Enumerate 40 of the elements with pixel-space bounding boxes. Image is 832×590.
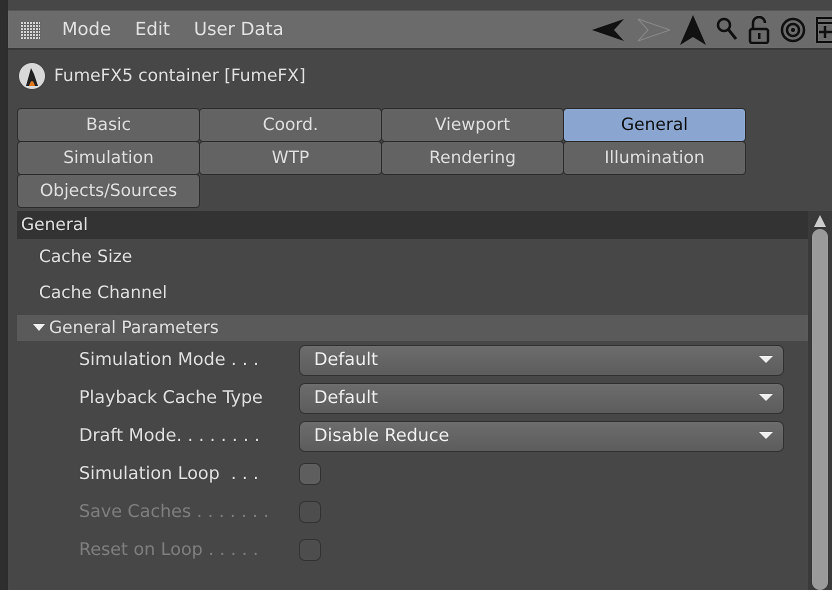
tab[interactable]: Objects/Sources xyxy=(17,174,200,208)
back-arrow-icon[interactable] xyxy=(592,16,626,42)
parameter-label: Draft Mode. . . . . . . . xyxy=(79,426,261,446)
dropdown[interactable]: Default xyxy=(299,382,784,414)
dropdown[interactable]: Disable Reduce xyxy=(299,420,784,452)
disclosure-triangle-icon[interactable] xyxy=(33,324,45,332)
flame-object-icon xyxy=(18,62,46,90)
group-header[interactable]: General Parameters xyxy=(17,315,808,341)
menu-item[interactable]: Mode xyxy=(50,19,124,40)
unlocked-padlock-icon[interactable] xyxy=(748,16,770,44)
parameter-label: Simulation Mode . . . xyxy=(79,350,260,370)
tab[interactable]: Basic xyxy=(17,108,200,142)
section-header: General xyxy=(17,211,808,239)
object-title: FumeFX5 container [FumeFX] xyxy=(54,66,306,86)
checkbox[interactable] xyxy=(299,463,321,485)
parameter-label: Cache Channel xyxy=(38,282,168,305)
parameter-label: Playback Cache Type xyxy=(79,388,264,408)
dropdown-caret-icon xyxy=(759,356,773,364)
menu-item[interactable]: Edit xyxy=(123,19,182,40)
new-panel-icon[interactable] xyxy=(816,16,832,42)
parameter-label: Simulation Loop . . . xyxy=(79,464,260,484)
search-icon[interactable] xyxy=(716,16,738,42)
tab[interactable]: Rendering xyxy=(381,141,564,175)
tab[interactable]: Simulation xyxy=(17,141,200,175)
tab[interactable]: General xyxy=(563,108,746,142)
tab[interactable]: Coord. xyxy=(199,108,382,142)
tab[interactable]: WTP xyxy=(199,141,382,175)
tab[interactable]: Illumination xyxy=(563,141,746,175)
menu-item[interactable]: User Data xyxy=(182,19,296,40)
dropdown-caret-icon xyxy=(759,432,773,440)
target-icon[interactable] xyxy=(780,16,806,42)
parameter-label: Cache Size xyxy=(38,246,134,269)
scroll-up-arrow-icon[interactable] xyxy=(814,215,826,227)
dropdown[interactable]: Default xyxy=(299,344,784,376)
grip-icon[interactable] xyxy=(20,20,40,40)
scrollbar[interactable] xyxy=(808,211,832,590)
group-title: General Parameters xyxy=(49,318,219,338)
up-arrow-icon[interactable] xyxy=(680,14,706,44)
dropdown-caret-icon xyxy=(759,394,773,402)
tab[interactable]: Viewport xyxy=(381,108,564,142)
